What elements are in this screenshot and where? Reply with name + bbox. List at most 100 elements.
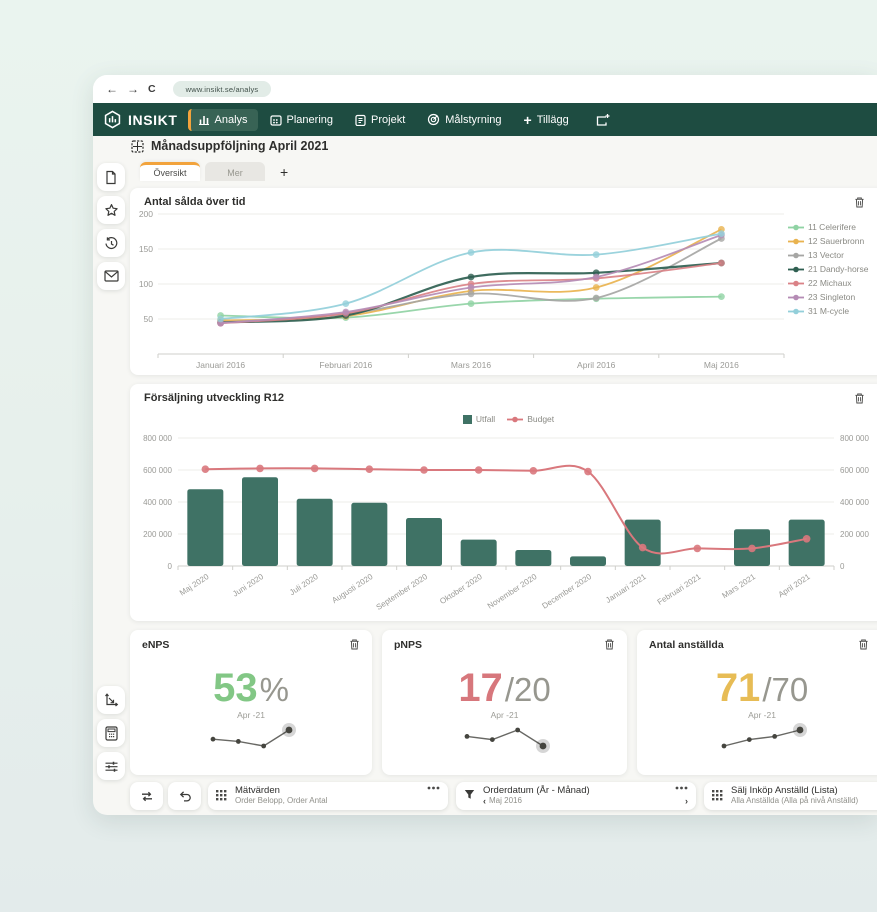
brand[interactable]: INSIKT bbox=[103, 110, 178, 129]
svg-text:Januari 2016: Januari 2016 bbox=[196, 360, 245, 370]
svg-text:400 000: 400 000 bbox=[143, 498, 172, 507]
sidebar-axes-button[interactable] bbox=[97, 686, 125, 714]
kpi-sparkline bbox=[714, 720, 810, 756]
kpi-body: 17 /20 Apr -21 bbox=[382, 668, 627, 756]
sidebar-history-button[interactable] bbox=[97, 229, 125, 257]
svg-text:0: 0 bbox=[168, 562, 173, 571]
calendar-icon bbox=[270, 114, 282, 126]
delete-panel2-button[interactable] bbox=[854, 392, 865, 405]
url-bar[interactable]: www.insikt.se/analys bbox=[173, 81, 272, 97]
svg-text:Januari 2021: Januari 2021 bbox=[604, 572, 648, 605]
browser-reload-icon[interactable]: C bbox=[148, 84, 156, 95]
trash-icon bbox=[349, 638, 360, 651]
legend-item[interactable]: 23 Singleton bbox=[788, 292, 868, 302]
svg-text:Juli 2020: Juli 2020 bbox=[288, 572, 320, 597]
nav-item-projekt[interactable]: Projekt bbox=[345, 109, 415, 131]
kpi-value: 53 bbox=[213, 668, 258, 708]
kpi-body: 53 % Apr -21 bbox=[130, 668, 372, 756]
svg-text:200 000: 200 000 bbox=[143, 530, 172, 539]
legend-item[interactable]: Budget bbox=[507, 414, 554, 424]
sidebar-calculator-button[interactable] bbox=[97, 719, 125, 747]
nav-label: Planering bbox=[287, 114, 333, 126]
undo-button[interactable] bbox=[168, 782, 201, 810]
kpi-period: Apr -21 bbox=[237, 710, 265, 720]
legend-item[interactable]: 11 Celerifere bbox=[788, 222, 868, 232]
panel-antal-salda: Antal sålda över tid 50100150200Januari … bbox=[130, 188, 877, 375]
delete-kpi-anstallda-button[interactable] bbox=[858, 638, 869, 651]
widget-subtitle: ‹ Maj 2016 bbox=[483, 796, 688, 806]
kpi-value: 17 bbox=[458, 668, 503, 708]
refresh-button[interactable] bbox=[130, 782, 163, 810]
legend-item[interactable]: Utfall bbox=[463, 414, 495, 424]
nav-item-malstyrning[interactable]: Målstyrning bbox=[417, 108, 511, 131]
nav-item-tillagg[interactable]: + Tillägg bbox=[514, 108, 579, 132]
browser-back-icon[interactable]: ← bbox=[106, 83, 118, 95]
legend-marker bbox=[463, 415, 472, 424]
tab-label: Mer bbox=[227, 168, 243, 178]
svg-text:September 2020: September 2020 bbox=[375, 572, 430, 612]
nav-item-analys[interactable]: Analys bbox=[188, 109, 258, 131]
kpi-suffix: % bbox=[260, 673, 289, 706]
main-nav: INSIKT Analys Planering Projekt bbox=[93, 103, 877, 136]
add-tab-button[interactable]: + bbox=[280, 165, 288, 179]
svg-text:600 000: 600 000 bbox=[840, 466, 869, 475]
next-month-button[interactable]: › bbox=[685, 797, 688, 806]
svg-text:Oktober 2020: Oktober 2020 bbox=[438, 572, 484, 606]
nav-item-planering[interactable]: Planering bbox=[260, 109, 343, 131]
mail-icon bbox=[104, 270, 119, 282]
open-new-window-button[interactable] bbox=[595, 113, 610, 127]
svg-text:200 000: 200 000 bbox=[840, 530, 869, 539]
chart1-title: Antal sålda över tid bbox=[144, 196, 245, 208]
prev-month-button[interactable]: ‹ bbox=[483, 797, 486, 806]
brand-name: INSIKT bbox=[128, 112, 178, 128]
widget-subtitle: Alla Anställda (Alla på nivå Anställd) bbox=[731, 796, 877, 806]
document-icon bbox=[104, 170, 118, 185]
tab-mer[interactable]: Mer bbox=[205, 162, 265, 181]
trash-icon bbox=[854, 392, 865, 405]
legend-item[interactable]: 21 Dandy-horse bbox=[788, 264, 868, 274]
delete-kpi-enps-button[interactable] bbox=[349, 638, 360, 651]
widget-salj-inkop-anstalld[interactable]: Sälj Inköp Anställd (Lista) Alla Anställ… bbox=[704, 782, 877, 810]
clipboard-icon bbox=[355, 114, 366, 126]
widget-menu-button[interactable] bbox=[427, 786, 440, 790]
widget-subtitle: Order Belopp, Order Antal bbox=[235, 796, 440, 806]
legend-item[interactable]: 13 Vector bbox=[788, 250, 868, 260]
legend-item[interactable]: 12 Sauerbronn bbox=[788, 236, 868, 246]
sidebar-favorites-button[interactable] bbox=[97, 196, 125, 224]
svg-text:December 2020: December 2020 bbox=[540, 572, 593, 611]
svg-text:0: 0 bbox=[840, 562, 845, 571]
drag-grid-icon[interactable] bbox=[216, 790, 227, 801]
legend-marker bbox=[788, 238, 804, 245]
kpi-card-pnps: pNPS 17 /20 Apr -21 bbox=[382, 630, 627, 775]
widget-orderdatum[interactable]: Orderdatum (År - Månad) ‹ Maj 2016 › bbox=[456, 782, 696, 810]
sidebar-document-button[interactable] bbox=[97, 163, 125, 191]
chart2-legend: Utfall Budget bbox=[130, 414, 877, 424]
star-icon bbox=[104, 203, 119, 218]
legend-item[interactable]: 22 Michaux bbox=[788, 278, 868, 288]
panel-forsaljning: Försäljning utveckling R12 UtfallBudget … bbox=[130, 384, 877, 621]
page-title-row: Månadsuppföljning April 2021 bbox=[131, 139, 328, 153]
nav-label: Projekt bbox=[371, 114, 405, 126]
plus-icon: + bbox=[524, 113, 532, 127]
target-icon bbox=[427, 113, 440, 126]
legend-marker bbox=[788, 294, 804, 301]
tab-bar: Översikt Mer + bbox=[140, 162, 288, 181]
legend-item[interactable]: 31 M-cycle bbox=[788, 306, 868, 316]
widget-menu-button[interactable] bbox=[675, 786, 688, 790]
svg-text:200: 200 bbox=[139, 209, 153, 219]
chart1-legend: 11 Celerifere 12 Sauerbronn 13 Vector 21… bbox=[788, 222, 868, 316]
tab-oversikt[interactable]: Översikt bbox=[140, 162, 200, 181]
delete-kpi-pnps-button[interactable] bbox=[604, 638, 615, 651]
sidebar-mail-button[interactable] bbox=[97, 262, 125, 290]
browser-forward-icon[interactable]: → bbox=[127, 83, 139, 95]
undo-icon bbox=[178, 790, 192, 802]
line-chart: 50100150200Januari 2016Februari 2016Mars… bbox=[134, 208, 877, 370]
legend-marker bbox=[788, 308, 804, 315]
calculator-icon bbox=[105, 726, 118, 741]
widget-matvarden[interactable]: Mätvärden Order Belopp, Order Antal bbox=[208, 782, 448, 810]
insikt-logo bbox=[103, 110, 122, 129]
sidebar-settings-button[interactable] bbox=[97, 752, 125, 780]
svg-text:Maj 2020: Maj 2020 bbox=[178, 572, 211, 598]
drag-grid-icon[interactable] bbox=[712, 790, 723, 801]
svg-text:600 000: 600 000 bbox=[143, 466, 172, 475]
